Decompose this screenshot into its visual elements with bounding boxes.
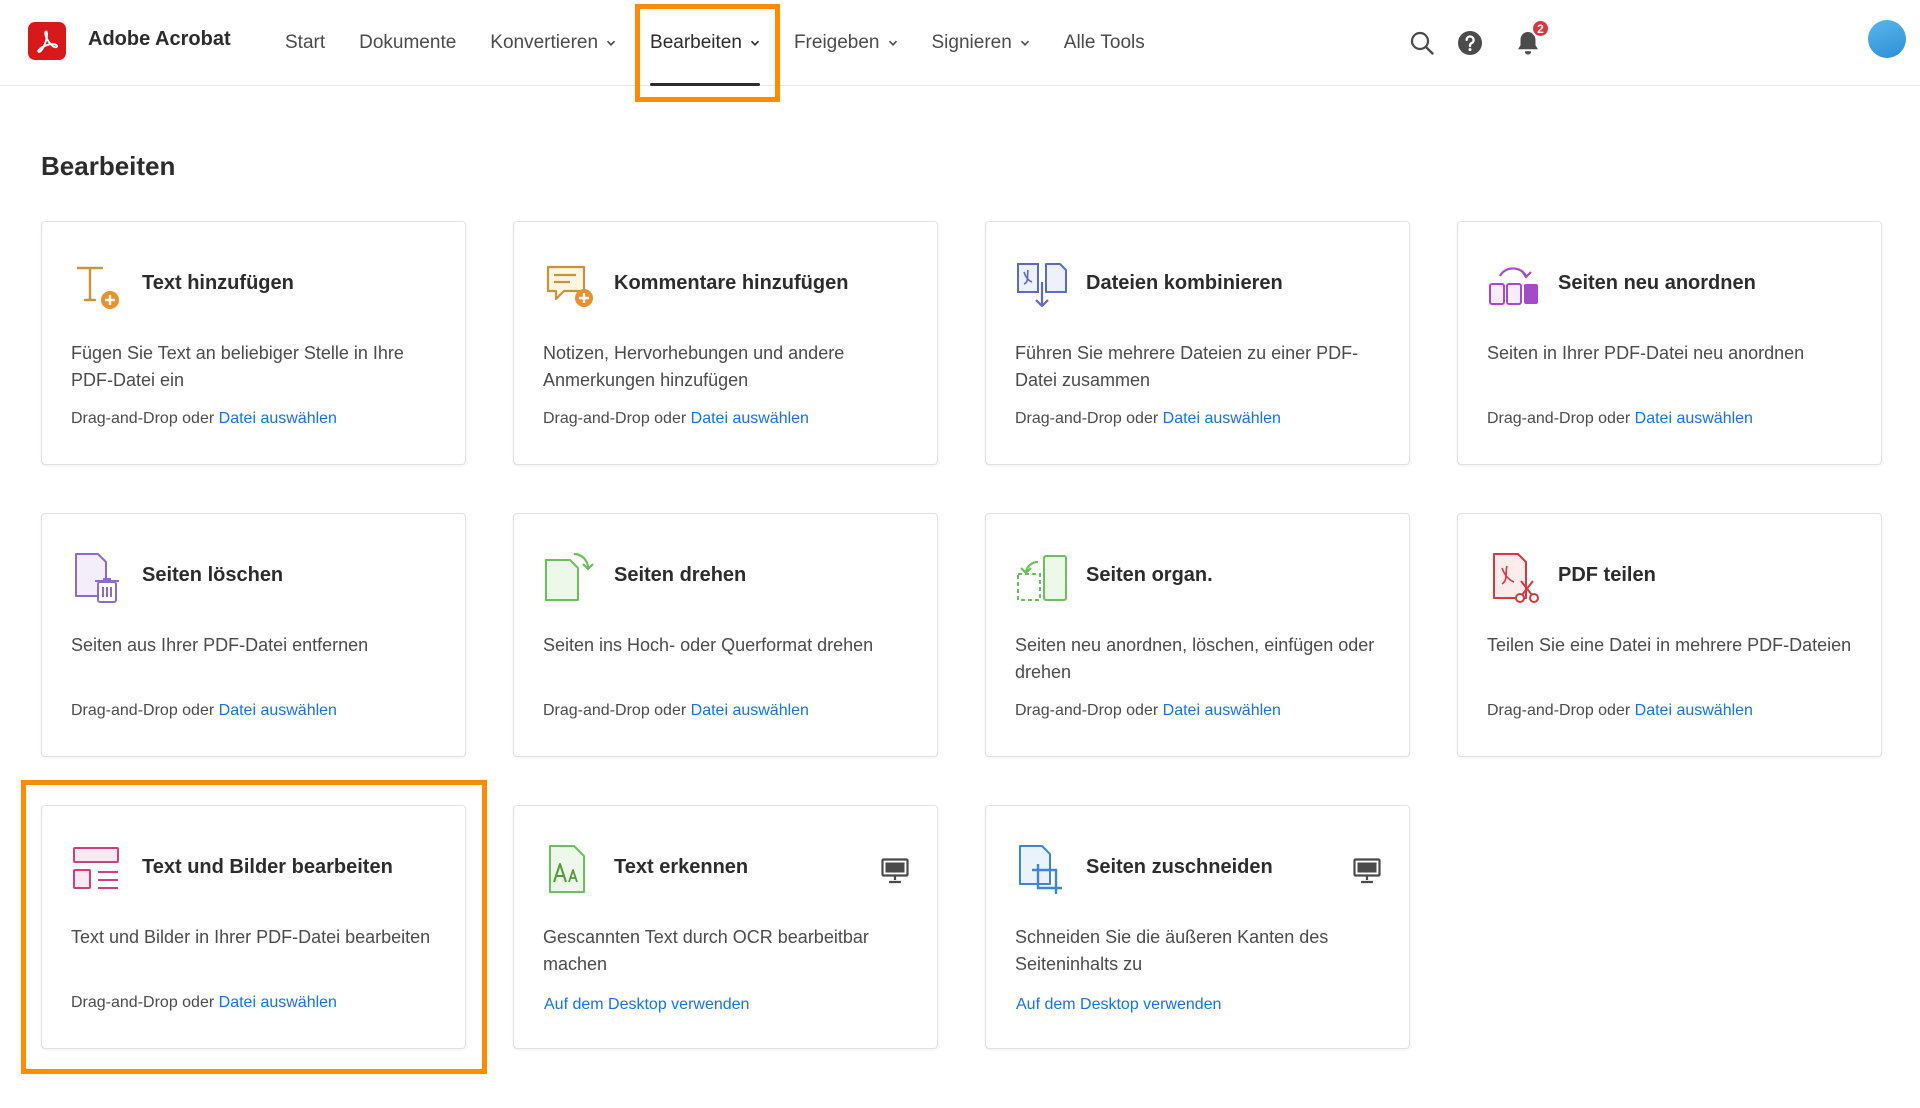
highlight-frame-bearbeiten-tab [635,4,780,102]
select-file-link[interactable]: Datei auswählen [691,410,809,427]
chevron-down-icon [888,40,897,46]
tool-card-seiten-loeschen[interactable]: Seiten löschen Seiten aus Ihrer PDF-Date… [41,513,466,757]
card-title: Seiten zuschneiden [1086,856,1273,878]
card-description: Fügen Sie Text an beliebiger Stelle in I… [71,343,404,390]
chevron-down-icon [1020,40,1029,46]
top-navigation-bar: Adobe Acrobat Start Dokumente Konvertier… [0,0,1920,86]
desktop-monitor-icon [1353,858,1381,884]
card-footer: Drag-and-Drop oder Datei auswählen [1015,410,1281,428]
select-file-link[interactable]: Datei auswählen [1163,702,1281,719]
card-title: PDF teilen [1558,564,1656,586]
page-title: Bearbeiten [41,151,176,181]
card-title: Seiten drehen [614,564,747,586]
select-file-link[interactable]: Datei auswählen [1163,410,1281,427]
drag-drop-text: Drag-and-Drop oder [1487,410,1631,427]
select-file-link[interactable]: Datei auswählen [1635,702,1753,719]
nav-signieren-label: Signieren [931,32,1012,53]
drag-drop-text: Drag-and-Drop oder [71,410,215,427]
nav-freigeben[interactable]: Freigeben [777,0,915,86]
search-icon[interactable] [1406,27,1438,59]
card-description: Seiten aus Ihrer PDF-Datei entfernen [71,635,369,655]
tool-card-dateien-kombinieren[interactable]: Dateien kombinieren Führen Sie mehrere D… [985,221,1410,465]
drag-drop-text: Drag-and-Drop oder [1015,702,1159,719]
card-footer: Drag-and-Drop oder Datei auswählen [71,410,337,428]
reorder-pages-icon [1489,267,1538,305]
nav-konvertieren-label: Konvertieren [490,32,599,53]
recognize-text-icon [549,845,585,893]
card-title: Seiten löschen [142,564,284,586]
card-description: Seiten neu anordnen, löschen, einfügen o… [1015,635,1375,682]
nav-start[interactable]: Start [268,0,342,86]
add-comment-icon [546,265,593,307]
card-description: Seiten ins Hoch- oder Querformat drehen [543,635,874,655]
card-title: Kommentare hinzufügen [614,272,849,294]
nav-dokumente[interactable]: Dokumente [342,0,473,86]
crop-pages-icon [1019,845,1062,894]
tool-card-text-hinzufuegen[interactable]: Text hinzufügen Fügen Sie Text an belieb… [41,221,466,465]
tool-card-pdf-teilen[interactable]: PDF teilen Teilen Sie eine Datei in mehr… [1457,513,1882,757]
card-footer: Drag-and-Drop oder Datei auswählen [1015,702,1281,720]
card-description: Notizen, Hervorhebungen und andere Anmer… [543,343,845,390]
card-title: Dateien kombinieren [1086,272,1283,294]
select-file-link[interactable]: Datei auswählen [691,702,809,719]
add-text-icon [76,266,119,309]
split-pdf-icon [1493,553,1539,603]
notifications-bell-icon[interactable]: 2 [1512,19,1550,59]
tool-card-seiten-drehen[interactable]: Seiten drehen Seiten ins Hoch- oder Quer… [513,513,938,757]
tool-card-seiten-zuschneiden[interactable]: Seiten zuschneiden Schneiden Sie die äuß… [985,805,1410,1049]
card-description: Teilen Sie eine Datei in mehrere PDF-Dat… [1487,635,1852,655]
drag-drop-text: Drag-and-Drop oder [71,702,215,719]
card-description: Gescannten Text durch OCR bearbeitbar ma… [543,927,869,974]
combine-files-icon [1017,263,1067,308]
nav-alle-tools[interactable]: Alle Tools [1047,0,1162,86]
card-title: Text hinzufügen [142,272,294,294]
organize-pages-icon [1017,555,1067,601]
rotate-pages-icon [545,552,594,601]
tool-card-kommentare-hinzufuegen[interactable]: Kommentare hinzufügen Notizen, Hervorheb… [513,221,938,465]
tool-card-text-erkennen[interactable]: Text erkennen Gescannten Text durch OCR … [513,805,938,1049]
nav-alle-tools-label: Alle Tools [1063,32,1145,53]
notification-badge: 2 [1531,19,1550,38]
chevron-down-icon [606,40,616,46]
highlight-frame-edit-text-card [21,780,487,1074]
drag-drop-text: Drag-and-Drop oder [543,410,687,427]
user-avatar[interactable] [1868,20,1906,58]
nav-konvertieren[interactable]: Konvertieren [473,0,633,86]
card-footer: Drag-and-Drop oder Datei auswählen [71,702,337,720]
app-name: Adobe Acrobat [88,28,231,50]
card-title: Seiten organ. [1086,564,1213,586]
card-footer: Drag-and-Drop oder Datei auswählen [1487,702,1753,720]
drag-drop-text: Drag-and-Drop oder [1487,702,1631,719]
nav-start-label: Start [285,32,326,53]
card-title: Text erkennen [614,856,749,878]
card-description: Seiten in Ihrer PDF-Datei neu anordnen [1487,343,1805,363]
card-footer: Drag-and-Drop oder Datei auswählen [543,702,809,720]
acrobat-logo-icon[interactable] [28,22,66,60]
drag-drop-text: Drag-and-Drop oder [543,702,687,719]
nav-signieren[interactable]: Signieren [915,0,1047,86]
desktop-monitor-icon [881,858,909,884]
select-file-link[interactable]: Datei auswählen [219,410,337,427]
help-icon[interactable] [1454,27,1486,59]
card-description: Führen Sie mehrere Dateien zu einer PDF-… [1015,343,1359,390]
card-title: Seiten neu anordnen [1558,272,1756,294]
nav-freigeben-label: Freigeben [793,32,880,53]
card-footer: Drag-and-Drop oder Datei auswählen [1487,410,1753,428]
use-on-desktop-link[interactable]: Auf dem Desktop verwenden [544,996,749,1014]
delete-pages-icon [75,553,119,603]
card-footer: Drag-and-Drop oder Datei auswählen [543,410,809,428]
select-file-link[interactable]: Datei auswählen [1635,410,1753,427]
card-description: Schneiden Sie die äußeren Kanten des Sei… [1015,927,1329,974]
use-on-desktop-link[interactable]: Auf dem Desktop verwenden [1016,996,1221,1014]
drag-drop-text: Drag-and-Drop oder [1015,410,1159,427]
tool-card-seiten-neu-anordnen[interactable]: Seiten neu anordnen Seiten in Ihrer PDF-… [1457,221,1882,465]
select-file-link[interactable]: Datei auswählen [219,702,337,719]
tool-card-seiten-organ[interactable]: Seiten organ. Seiten neu anordnen, lösch… [985,513,1410,757]
nav-dokumente-label: Dokumente [359,32,457,53]
